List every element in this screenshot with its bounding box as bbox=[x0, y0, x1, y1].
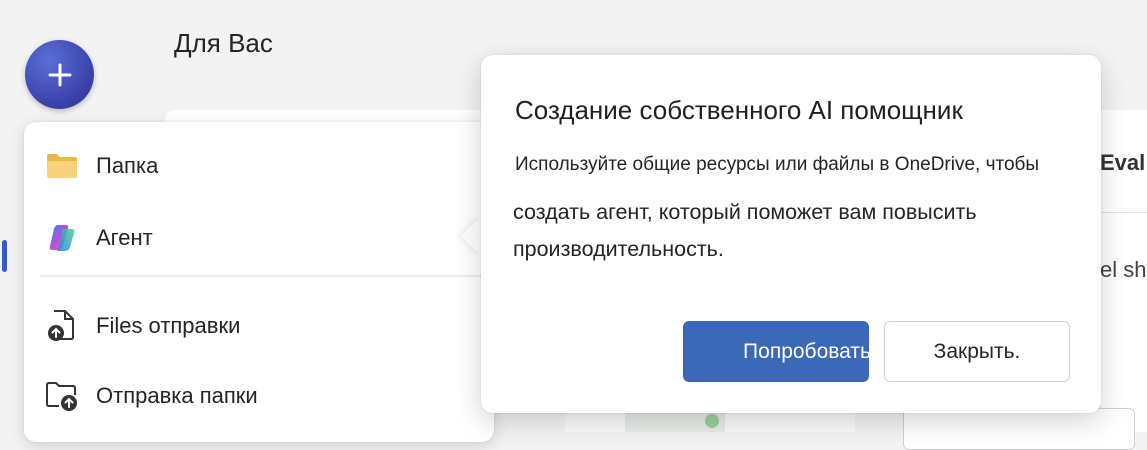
folder-icon bbox=[44, 148, 80, 184]
menu-divider bbox=[40, 275, 494, 277]
menu-item-label: Отправка папки bbox=[96, 383, 258, 408]
nav-selection-indicator bbox=[2, 240, 7, 272]
details-panel-text: el sha bbox=[1100, 257, 1147, 282]
menu-item-folder-upload[interactable]: Отправка папки bbox=[24, 366, 494, 426]
plus-icon bbox=[48, 63, 71, 86]
callout-body: Используйте общие ресурсы или файлы в On… bbox=[515, 154, 1040, 175]
menu-item-label: Files отправки bbox=[96, 313, 241, 338]
share-button[interactable] bbox=[903, 408, 1135, 450]
menu-item-folder[interactable]: Папка bbox=[24, 136, 494, 196]
try-button-label: Попробовать bbox=[743, 339, 869, 363]
file-upload-icon bbox=[44, 308, 80, 344]
menu-item-agent[interactable]: Агент bbox=[24, 208, 494, 268]
close-button[interactable]: Закрыть. bbox=[884, 321, 1070, 382]
page-title: Для Вас bbox=[174, 28, 273, 58]
menu-item-files-upload[interactable]: Files отправки bbox=[24, 296, 494, 356]
callout-body: создать агент, который поможет вам повыс… bbox=[513, 200, 977, 261]
details-divider bbox=[1100, 212, 1147, 213]
callout-title: Создание собственного AI помощник bbox=[515, 95, 963, 125]
menu-item-label: Агент bbox=[96, 225, 153, 250]
create-new-button[interactable] bbox=[25, 40, 94, 109]
create-new-menu: Папка Агент Files отправки Отправка папк… bbox=[24, 122, 494, 442]
menu-item-label: Папка bbox=[96, 153, 159, 178]
folder-upload-icon bbox=[44, 378, 80, 414]
teaching-callout: Создание собственного AI помощник Исполь… bbox=[481, 55, 1101, 413]
details-panel-heading: Eval bbox=[1100, 150, 1146, 175]
try-button[interactable]: Попробовать bbox=[683, 321, 869, 382]
copilot-agent-icon bbox=[44, 220, 80, 256]
